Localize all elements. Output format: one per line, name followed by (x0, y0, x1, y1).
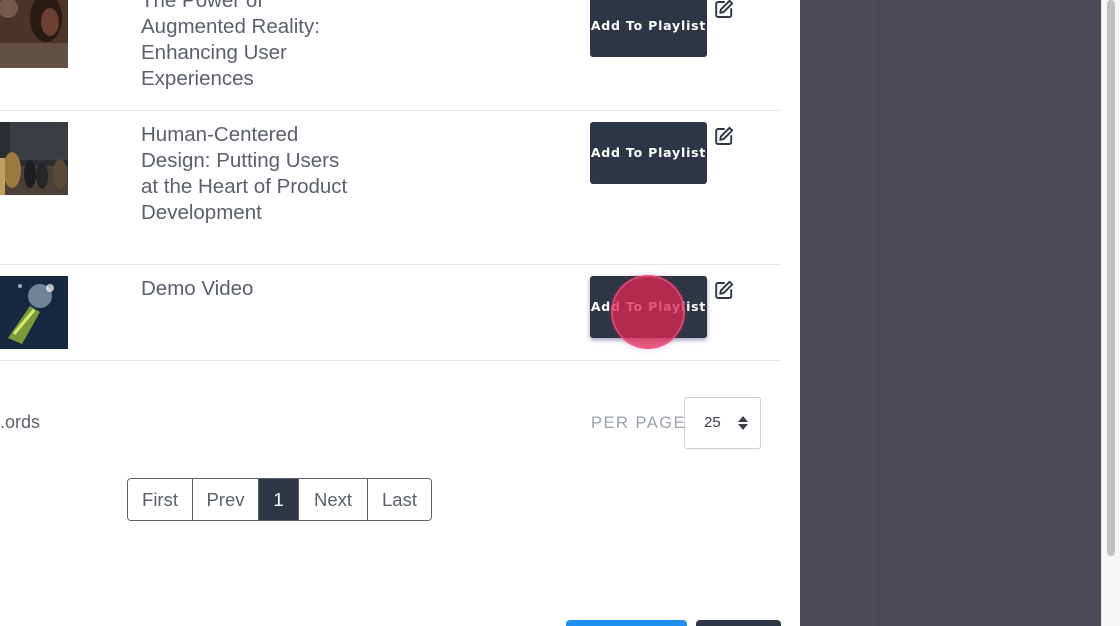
video-row: Demo Video Add To Playlist (0, 264, 781, 361)
edit-icon[interactable] (713, 125, 735, 147)
video-row: Human-Centered Design: Putting Users at … (0, 110, 781, 265)
add-to-playlist-button[interactable]: Add To Playlist (590, 0, 707, 57)
records-summary: ords. (0, 412, 41, 432)
add-to-playlist-button[interactable]: Add To Playlist (590, 276, 707, 338)
page-first-button[interactable]: First (128, 479, 193, 520)
video-thumbnail[interactable] (0, 122, 68, 195)
per-page-select[interactable]: 25 (684, 397, 761, 449)
page-last-button[interactable]: Last (368, 479, 431, 520)
primary-action-button[interactable] (566, 620, 687, 626)
video-title[interactable]: Demo Video (141, 276, 351, 302)
page-scrollbar[interactable] (1101, 0, 1120, 626)
edit-icon[interactable] (713, 0, 735, 20)
side-panel (800, 0, 1101, 626)
sort-arrows-icon (737, 415, 749, 436)
side-panel-divider (878, 0, 879, 626)
main-content: The Power of Augmented Reality: Enhancin… (0, 0, 800, 626)
scrollbar-thumb[interactable] (1107, 0, 1115, 556)
page-next-button[interactable]: Next (299, 479, 368, 520)
secondary-action-button[interactable] (696, 620, 781, 626)
pagination: First Prev 1 Next Last (127, 478, 432, 521)
video-thumbnail[interactable] (0, 0, 68, 68)
page-prev-button[interactable]: Prev (193, 479, 259, 520)
video-row: The Power of Augmented Reality: Enhancin… (0, 0, 781, 111)
video-thumbnail[interactable] (0, 276, 68, 349)
page-current-button[interactable]: 1 (259, 479, 299, 520)
video-title[interactable]: Human-Centered Design: Putting Users at … (141, 122, 351, 226)
edit-icon[interactable] (713, 279, 735, 301)
per-page-value: 25 (704, 414, 721, 431)
add-to-playlist-button[interactable]: Add To Playlist (590, 122, 707, 184)
per-page-label: PER PAGE (591, 414, 687, 432)
video-title[interactable]: The Power of Augmented Reality: Enhancin… (141, 0, 351, 92)
